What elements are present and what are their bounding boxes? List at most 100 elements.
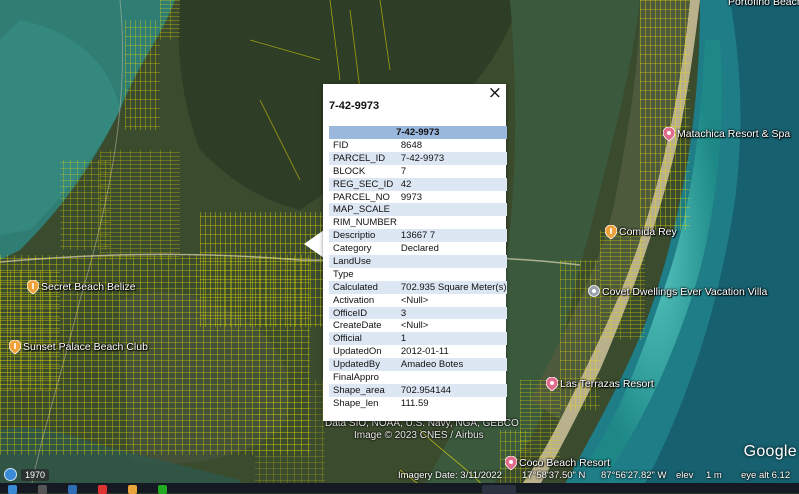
- close-icon[interactable]: ×: [488, 84, 502, 102]
- attribute-value: 9973: [400, 191, 423, 203]
- table-row: Activation <Null>: [329, 294, 507, 307]
- attribute-key: FinalAppro: [333, 371, 379, 383]
- attribute-key: Category: [333, 243, 372, 255]
- place-name: Sunset Palace Beach Club: [23, 341, 148, 353]
- attribute-key: PARCEL_ID: [329, 151, 397, 165]
- attribute-value: 7-42-9973: [396, 151, 507, 165]
- attribute-value: [396, 255, 507, 268]
- attribute-key: BLOCK: [333, 165, 366, 177]
- lodging-pin-icon: [588, 285, 600, 297]
- popup-title: 7-42-9973: [329, 100, 380, 112]
- attribute-key: LandUse: [329, 255, 397, 268]
- attribute-key: UpdatedBy: [329, 358, 397, 372]
- table-row: PARCEL_ID 7-42-9973: [329, 151, 507, 165]
- place-name: Matachica Resort & Spa: [677, 128, 791, 140]
- table-row: Type: [329, 268, 507, 281]
- attribute-key: Activation: [333, 294, 375, 306]
- latitude: 17°58'37.50" N: [522, 470, 586, 481]
- attribute-key: Shape_len: [333, 397, 379, 409]
- attribute-key: Shape_area: [329, 383, 397, 397]
- table-row: CreateDate <Null>: [329, 319, 507, 332]
- status-bar: 1970 Imagery Date: 3/11/2022 17°58'37.50…: [0, 466, 799, 483]
- table-row: FinalAppro: [329, 371, 507, 384]
- table-row: Category Declared: [329, 242, 507, 255]
- attribute-value: [397, 216, 507, 229]
- place-secret-beach[interactable]: Secret Beach Belize: [27, 280, 136, 294]
- table-row: UpdatedBy Amadeo Botes: [329, 358, 507, 372]
- attribute-key: Type: [333, 268, 354, 280]
- restaurant-pin-icon: [9, 340, 21, 354]
- table-row: REG_SEC_ID 42: [329, 177, 507, 191]
- attribute-value: Amadeo Botes: [396, 358, 507, 372]
- place-name: Comida Rey: [619, 226, 677, 238]
- place-sunset-palace[interactable]: Sunset Palace Beach Club: [9, 340, 148, 354]
- taskbar: [0, 483, 799, 494]
- attribute-table: 7-42-9973 FID 8648 PARCEL_ID 7-42-9973 BLOCK…: [329, 126, 507, 410]
- table-row: Calculated 702.935 Square Meter(s): [329, 280, 507, 294]
- table-row: Official 1: [329, 332, 507, 346]
- table-row: RIM_NUMBER: [329, 216, 507, 229]
- history-clock-icon[interactable]: [4, 468, 17, 481]
- attribute-value: 2012-01-11: [400, 346, 449, 358]
- longitude: 87°56'27.82" W: [601, 470, 667, 481]
- elev-label: elev: [676, 470, 694, 481]
- popup-pointer: [304, 230, 324, 258]
- table-row: BLOCK 7: [329, 165, 507, 178]
- table-row: Shape_area 702.954144: [329, 383, 507, 397]
- place-name: Portofino Beach: [728, 0, 799, 8]
- attribute-key: UpdatedOn: [333, 346, 382, 358]
- attribute-value: 702.935 Square Meter(s): [396, 280, 507, 294]
- parcel-info-popup: × 7-42-9973 7-42-9973 FID 8648 PARCEL_ID 7-…: [323, 84, 507, 421]
- place-label-partial[interactable]: Portofino Beach: [728, 0, 799, 8]
- table-row: Descriptio 13667 7: [329, 229, 507, 243]
- attribute-value: 3: [396, 306, 507, 320]
- restaurant-pin-icon: [27, 280, 39, 294]
- attribute-value: 8648: [400, 139, 423, 151]
- history-year: 1970: [21, 468, 50, 481]
- place-covet-dwellings[interactable]: Covet Dwellings Ever Vacation Villa: [588, 285, 767, 299]
- attribute-value: [397, 268, 507, 281]
- attribute-value: 702.954144: [396, 383, 507, 397]
- historical-imagery[interactable]: 1970: [4, 468, 50, 481]
- attribute-key: REG_SEC_ID: [329, 177, 397, 191]
- attribute-key: Descriptio: [329, 229, 397, 243]
- attribute-value: 1: [396, 332, 507, 346]
- table-row: UpdatedOn 2012-01-11: [329, 345, 507, 358]
- attribute-key: PARCEL_NO: [333, 191, 390, 203]
- attribute-key: MAP_SCALE: [329, 203, 397, 217]
- hotel-pin-icon: [546, 377, 558, 391]
- attribute-value: Declared: [400, 243, 439, 255]
- imagery-date: Imagery Date: 3/11/2022: [398, 470, 502, 481]
- place-name: Covet Dwellings Ever Vacation Villa: [602, 286, 768, 298]
- attribute-value: 7: [400, 165, 407, 177]
- attribute-value: [396, 203, 507, 217]
- table-row: FID 8648: [329, 139, 507, 152]
- place-name: Secret Beach Belize: [41, 281, 136, 293]
- place-matachica[interactable]: Matachica Resort & Spa: [663, 127, 790, 141]
- attribute-value: 13667 7: [396, 229, 507, 243]
- attribute-key: FID: [333, 139, 349, 151]
- table-row: PARCEL_NO 9973: [329, 191, 507, 204]
- attribute-key: OfficeID: [329, 306, 397, 320]
- place-las-terrazas[interactable]: Las Terrazas Resort: [546, 377, 654, 391]
- attribute-key: RIM_NUMBER: [333, 217, 397, 229]
- restaurant-pin-icon: [605, 225, 617, 239]
- attribute-value: [397, 371, 507, 384]
- attribute-value: 111.59: [400, 397, 429, 409]
- eye-alt: eye alt 6.12: [741, 470, 791, 481]
- table-row: Shape_len 111.59: [329, 397, 507, 410]
- attribute-key: Calculated: [329, 280, 397, 294]
- table-row: LandUse: [329, 255, 507, 268]
- attribute-key: CreateDate: [333, 320, 382, 332]
- place-name: Las Terrazas Resort: [560, 378, 654, 390]
- table-row: OfficeID 3: [329, 306, 507, 320]
- attribute-key: Official: [329, 332, 397, 346]
- attribute-value: <Null>: [400, 294, 429, 306]
- elev-value: 1 m: [706, 470, 722, 481]
- table-row: MAP_SCALE: [329, 203, 507, 217]
- image-credit: Image © 2023 CNES / Airbus: [354, 430, 484, 441]
- google-logo: Google: [743, 443, 797, 460]
- table-header: 7-42-9973: [329, 126, 507, 139]
- hotel-pin-icon: [663, 127, 675, 141]
- place-comida-rey[interactable]: Comida Rey: [605, 225, 677, 239]
